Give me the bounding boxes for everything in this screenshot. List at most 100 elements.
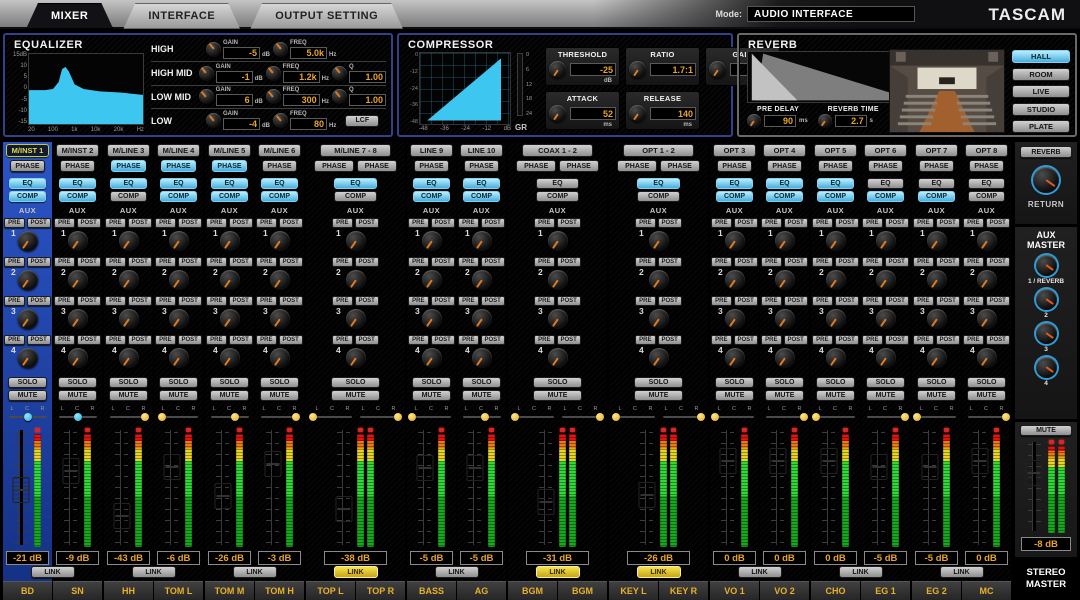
fader-track[interactable] [973,428,986,547]
eq-freq-knob[interactable] [266,89,281,104]
fader-track[interactable] [115,428,128,547]
aux-post-button[interactable]: POST [229,296,253,306]
pan-knob[interactable] [901,413,909,421]
aux-post-button[interactable]: POST [77,218,101,228]
aux-pre-button[interactable]: PRE [761,296,781,306]
aux-pre-button[interactable]: PRE [761,257,781,267]
eq-gain-knob[interactable] [206,42,221,57]
solo-button[interactable]: SOLO [967,377,1006,388]
fader-cap[interactable] [62,458,79,484]
fader-db-value[interactable]: -9 dB [56,551,98,565]
phase-button[interactable]: PHASE [868,160,903,172]
solo-button[interactable]: SOLO [109,377,148,388]
tab-output-setting[interactable]: OUTPUT SETTING [250,3,403,29]
reverb-type-studio[interactable]: STUDIO [1012,103,1070,116]
pan-knob[interactable] [711,413,719,421]
phase-button[interactable]: PHASE [919,160,954,172]
solo-button[interactable]: SOLO [634,377,684,388]
aux-pre-button[interactable]: PRE [54,296,74,306]
aux-master-knob-3[interactable] [1036,323,1057,344]
comp-button[interactable]: COMP [766,191,802,202]
aux-send-knob[interactable] [876,270,896,290]
channel-name-button[interactable]: M/LINE 7 - 8 [320,144,391,157]
eq-button[interactable]: EQ [211,178,247,189]
aux-send-knob[interactable] [725,348,745,368]
aux-pre-button[interactable]: PRE [635,296,655,306]
aux-post-button[interactable]: POST [986,296,1010,306]
aux-pre-button[interactable]: PRE [458,335,478,345]
phase-button[interactable]: PHASE [10,160,45,172]
pan-slider[interactable]: LCR [258,404,302,424]
aux-pre-button[interactable]: PRE [458,218,478,228]
eq-button[interactable]: EQ [766,178,802,189]
eq-button[interactable]: EQ [261,178,297,189]
aux-pre-button[interactable]: PRE [206,296,226,306]
mute-button[interactable]: MUTE [917,390,956,401]
fader-db-value[interactable]: 0 dB [763,551,805,565]
aux-pre-button[interactable]: PRE [913,257,933,267]
aux-send-knob[interactable] [826,270,846,290]
reverb-return-knob[interactable] [1033,167,1059,193]
link-button[interactable]: LINK [738,566,782,578]
aux-pre-button[interactable]: PRE [105,218,125,228]
predelay-knob[interactable] [747,114,761,128]
aux-post-button[interactable]: POST [658,218,682,228]
link-button[interactable]: LINK [31,566,75,578]
fader-db-value[interactable]: -5 dB [410,551,452,565]
aux-pre-button[interactable]: PRE [206,257,226,267]
channel-name-button[interactable]: OPT 1 - 2 [623,144,694,157]
pan-slider[interactable]: LCR [660,404,704,424]
fader-db-value[interactable]: -26 dB [208,551,250,565]
aux-send-knob[interactable] [18,270,38,290]
aux-post-button[interactable]: POST [77,296,101,306]
phase-button[interactable]: PHASE [111,160,146,172]
aux-post-button[interactable]: POST [835,296,859,306]
pan-slider[interactable]: LCR [713,404,757,424]
aux-send-knob[interactable] [725,231,745,251]
aux-send-knob[interactable] [548,309,568,329]
aux-pre-button[interactable]: PRE [408,218,428,228]
aux-pre-button[interactable]: PRE [54,335,74,345]
aux-send-knob[interactable] [472,348,492,368]
mute-button[interactable]: MUTE [8,390,47,401]
aux-pre-button[interactable]: PRE [963,335,983,345]
aux-send-knob[interactable] [548,231,568,251]
channel-name-button[interactable]: M/LINE 3 [107,144,150,157]
aux-post-button[interactable]: POST [784,296,808,306]
aux-pre-button[interactable]: PRE [54,218,74,228]
pan-slider[interactable]: LCR [460,404,504,424]
pan-slider[interactable]: LCR [864,404,908,424]
comp-button[interactable]: COMP [817,191,853,202]
aux-post-button[interactable]: POST [784,335,808,345]
pan-slider[interactable]: LCR [410,404,454,424]
phase-button[interactable]: PHASE [516,160,556,172]
aux-pre-button[interactable]: PRE [332,218,352,228]
pan-knob[interactable] [292,413,300,421]
reverb-return-button[interactable]: REVERB [1020,146,1072,158]
aux-post-button[interactable]: POST [885,296,909,306]
comp-button[interactable]: COMP [918,191,954,202]
fader-track[interactable] [539,428,552,547]
aux-send-knob[interactable] [826,231,846,251]
comp-button[interactable]: COMP [637,191,681,202]
comp-button[interactable]: COMP [59,191,95,202]
aux-post-button[interactable]: POST [431,335,455,345]
aux-post-button[interactable]: POST [986,218,1010,228]
aux-post-button[interactable]: POST [128,296,152,306]
fader-db-value[interactable]: 0 dB [713,551,755,565]
aux-post-button[interactable]: POST [481,218,505,228]
aux-post-button[interactable]: POST [355,218,379,228]
fader-db-value[interactable]: -26 dB [627,551,690,565]
fader-db-value[interactable]: 0 dB [965,551,1007,565]
mode-value[interactable]: AUDIO INTERFACE [747,6,915,22]
aux-send-knob[interactable] [725,309,745,329]
aux-send-knob[interactable] [270,270,290,290]
eq-freq-value[interactable]: 5.0k [290,47,327,59]
aux-post-button[interactable]: POST [734,335,758,345]
aux-post-button[interactable]: POST [178,296,202,306]
pan-slider[interactable]: LCR [513,404,557,424]
fader-cap[interactable] [769,448,786,474]
phase-button[interactable]: PHASE [464,160,499,172]
comp-button[interactable]: COMP [968,191,1004,202]
aux-pre-button[interactable]: PRE [332,335,352,345]
